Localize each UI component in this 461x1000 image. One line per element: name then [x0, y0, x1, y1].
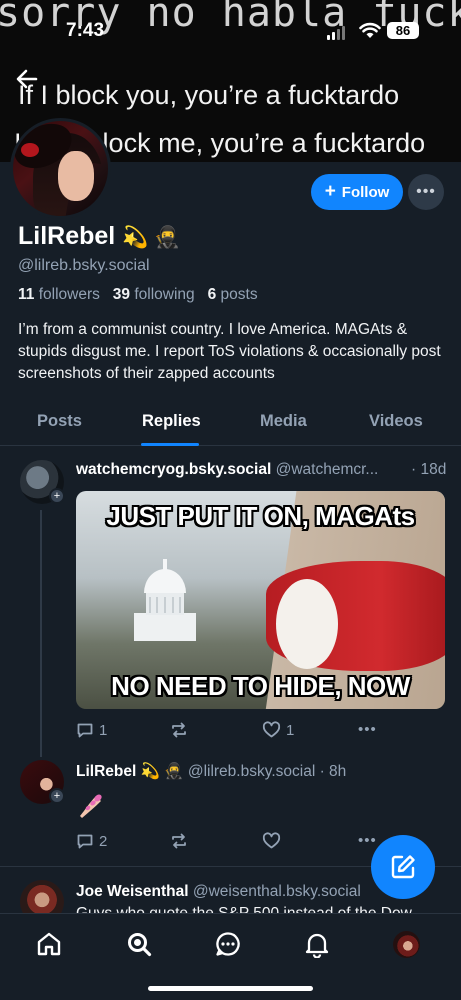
reply-author-handle[interactable]: @lilreb.bsky.social [188, 763, 315, 780]
post-actions: 1 1 ••• [76, 721, 396, 745]
repost-button[interactable] [170, 721, 188, 739]
more-options-button[interactable]: ••• [408, 174, 444, 210]
bell-icon [305, 933, 329, 958]
nail-polish-emoji-icon [80, 794, 102, 818]
reply-button-2[interactable]: 2 [76, 832, 107, 850]
post-time: · 18d [411, 461, 447, 478]
follow-plus-icon-2[interactable]: + [49, 788, 65, 804]
signal-icon [327, 26, 345, 40]
profile-handle: @lilreb.bsky.social [18, 257, 150, 274]
reply-header: LilRebel 💫 🥷 @lilreb.bsky.social · 8h [76, 762, 346, 781]
reply-count: 1 [99, 721, 108, 739]
search-icon [128, 933, 152, 957]
thread-line [40, 510, 42, 757]
chat-icon [216, 932, 240, 956]
bottom-navigation [0, 913, 461, 1000]
home-indicator [148, 986, 313, 991]
tab-videos[interactable]: Videos [369, 412, 423, 431]
status-time: 7:43 [66, 20, 105, 41]
profile-avatar-small [392, 930, 420, 958]
like-count: 1 [286, 721, 295, 739]
follow-plus-icon[interactable]: + [49, 488, 65, 504]
following-link[interactable]: 39 following [113, 286, 195, 303]
reply-time: · 8h [319, 763, 347, 780]
profile-avatar[interactable] [10, 118, 111, 219]
display-name-emojis: 💫 🥷 [122, 226, 181, 249]
post-image[interactable]: JUST PUT IT ON, MAGAts NO NEED TO HIDE, … [76, 491, 445, 709]
capitol-illustration [134, 559, 196, 641]
reply-button[interactable]: 1 [76, 721, 107, 739]
battery-indicator: 86 [387, 22, 419, 39]
post-author-handle-3[interactable]: @weisenthal.bsky.social [193, 883, 361, 900]
repost-button-2[interactable] [170, 832, 188, 850]
profile-stats: 11 followers 39 following 6 posts [18, 286, 258, 304]
reply-author-name[interactable]: LilRebel [76, 763, 136, 780]
repost-icon [172, 722, 186, 738]
compose-button[interactable] [371, 835, 435, 899]
heart-icon [262, 721, 281, 738]
reply-icon [77, 834, 93, 849]
nav-notifications[interactable] [302, 929, 332, 959]
posts-count: 6 posts [207, 286, 258, 303]
post-more-button[interactable]: ••• [358, 721, 377, 738]
tab-posts[interactable]: Posts [37, 412, 82, 431]
tab-replies[interactable]: Replies [142, 412, 201, 431]
tab-media[interactable]: Media [260, 412, 307, 431]
nav-search[interactable] [124, 929, 154, 959]
follow-button[interactable]: + Follow [311, 174, 403, 210]
active-tab-indicator [141, 443, 199, 446]
reply-author-emojis: 💫 🥷 [140, 763, 184, 780]
nav-chat[interactable] [213, 929, 243, 959]
compose-icon [391, 855, 415, 879]
banner-line-1: If I block you, you’re a fucktardo [18, 80, 400, 110]
display-name: LilRebel 💫 🥷 [18, 222, 180, 251]
wifi-icon [359, 22, 381, 38]
reply-more-button[interactable]: ••• [358, 832, 377, 849]
display-name-text: LilRebel [18, 222, 116, 250]
meme-bottom-text: NO NEED TO HIDE, NOW [111, 671, 410, 701]
nav-profile[interactable] [391, 929, 421, 959]
reply-count-2: 2 [99, 832, 108, 850]
reply-icon [77, 723, 93, 738]
post-author-name-3[interactable]: Joe Weisenthal [76, 883, 189, 900]
profile-tabs: Posts Replies Media Videos [0, 402, 461, 446]
post-author-handle[interactable]: @watchemcr... [276, 461, 379, 478]
like-button[interactable]: 1 [262, 721, 294, 739]
post-header-3: Joe Weisenthal @weisenthal.bsky.social [76, 883, 361, 901]
follow-label: Follow [341, 183, 390, 201]
plus-icon: + [324, 181, 336, 202]
meme-top-text: JUST PUT IT ON, MAGAts [106, 501, 415, 531]
back-arrow-icon[interactable] [14, 66, 40, 92]
followers-link[interactable]: 11 followers [18, 286, 100, 303]
profile-bio: I’m from a communist country. I love Ame… [18, 321, 441, 382]
status-bar: 7:43 86 [0, 14, 461, 44]
reply-actions: 2 ••• [76, 832, 396, 856]
like-button-2[interactable] [262, 832, 281, 850]
nav-home[interactable] [34, 929, 64, 959]
repost-icon [172, 833, 186, 849]
post-header: watchemcryog.bsky.social @watchemcr... [76, 461, 378, 479]
post-author-name[interactable]: watchemcryog.bsky.social [76, 461, 271, 478]
home-icon [37, 932, 61, 956]
heart-icon [262, 832, 281, 849]
